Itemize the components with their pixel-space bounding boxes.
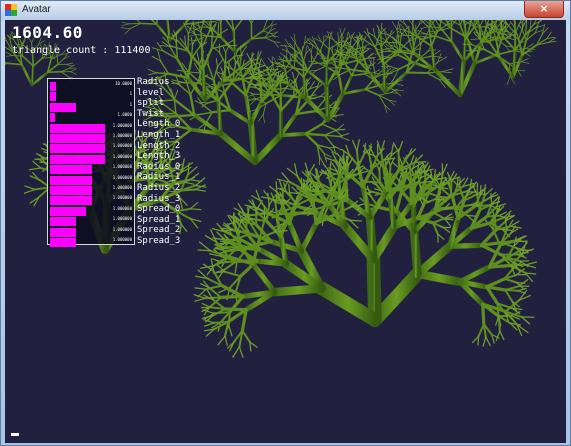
param-label: Spread_2 [137,225,181,236]
slider-max-value: 1.000000 [112,185,132,190]
param-label: Length_3 [137,151,181,162]
slider-twist[interactable]: 1.0000 [50,112,132,123]
slider-fill [50,165,92,175]
slider-length-0[interactable]: 1.000000 [50,122,132,133]
slider-max-value: 1.0000 [117,112,132,118]
slider-max-value: 1 [129,91,132,97]
param-label: Length_1 [137,129,181,140]
slider-radius-1[interactable]: 1.000000 [50,174,132,185]
slider-fill [50,217,76,227]
slider-fill [50,102,76,112]
slider-max-value: 1.000000 [112,122,132,128]
slider-spread-0[interactable]: 1.000000 [50,205,132,216]
param-label: Radius_2 [137,182,181,193]
slider-fill [50,123,105,133]
slider-fill [50,154,105,164]
slider-fill [50,175,92,185]
slider-fill [50,206,86,216]
slider-fill [50,186,92,195]
window-title: Avatar [22,4,51,15]
slider-fill [50,144,105,154]
param-label: Radius_0 [137,161,181,172]
parameter-labels: Radius level split Twist Length_0 Length_1 Len… [137,77,180,247]
slider-max-value: 10.0000 [115,81,132,86]
param-label: Radius [137,77,170,87]
render-viewport[interactable]: 1604.60 triangle count : 111400 10.0000 1… [5,20,566,443]
slider-spread-3[interactable]: 1.000000 [50,237,132,247]
slider-radius-3[interactable]: 1.000000 [50,195,132,206]
close-button[interactable]: × [524,1,564,18]
parameter-panel: 10.0000 1 1 1.0000 1.000000 1.000000 1.000000 1… [47,78,135,247]
param-label: Spread_3 [137,235,181,246]
slider-length-1[interactable]: 1.000000 [50,133,132,143]
param-label: Radius_1 [137,172,181,183]
slider-fill [50,134,105,143]
param-label: Spread_1 [137,214,181,225]
slider-max-value: 1.000000 [112,133,132,138]
slider-split[interactable]: 1 [50,101,132,112]
param-label: Length_0 [137,119,181,130]
slider-fill [50,227,76,237]
slider-fill [50,238,76,247]
slider-fill [50,82,56,91]
slider-max-value: 1.000000 [112,153,132,159]
slider-radius-0[interactable]: 1.000000 [50,164,132,175]
app-window: Avatar × 1604.60 triangle count : 111400… [0,0,571,446]
slider-max-value: 1.000000 [112,216,132,222]
slider-radius[interactable]: 10.0000 [50,81,132,91]
slider-max-value: 1.000000 [112,164,132,170]
slider-fill [50,113,55,123]
slider-max-value: 1.000000 [112,174,132,180]
fps-readout: 1604.60 [12,23,83,42]
param-label: Twist [137,108,165,119]
title-bar[interactable]: Avatar × [1,1,570,20]
slider-radius-2[interactable]: 1.000000 [50,185,132,195]
param-label: Length_2 [137,140,181,151]
triangle-count: triangle count : 111400 [12,45,151,56]
slider-level[interactable]: 1 [50,91,132,102]
slider-max-value: 1.000000 [112,226,132,232]
slider-spread-2[interactable]: 1.000000 [50,226,132,237]
param-label: level [137,87,165,98]
slider-max-value: 1.000000 [112,143,132,149]
cursor-indicator [11,433,19,436]
slider-length-3[interactable]: 1.000000 [50,153,132,164]
param-label: Radius_3 [137,193,181,204]
slider-fill [50,92,56,102]
slider-fill [50,196,92,206]
slider-max-value: 1.000000 [112,195,132,201]
app-icon [5,4,17,16]
slider-spread-1[interactable]: 1.000000 [50,216,132,227]
param-label: Spread_0 [137,204,181,215]
slider-length-2[interactable]: 1.000000 [50,143,132,154]
param-label: split [137,98,165,109]
slider-max-value: 1.000000 [112,237,132,242]
slider-max-value: 1.000000 [112,205,132,211]
slider-max-value: 1 [129,101,132,107]
